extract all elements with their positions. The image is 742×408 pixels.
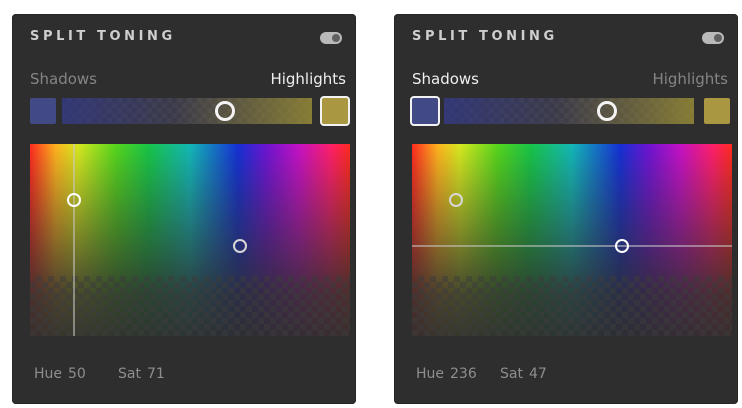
enable-toggle[interactable] — [702, 32, 724, 44]
hue-value: 236 — [450, 366, 477, 382]
highlight-color-handle[interactable] — [449, 192, 464, 207]
balance-slider[interactable] — [62, 98, 312, 124]
shadows-color-swatch[interactable] — [30, 98, 56, 124]
split-toning-panel-shadows: SPLIT TONING Shadows Highlights Hue 236 S… — [394, 14, 738, 404]
hue-label: Hue — [34, 366, 63, 382]
hue-label: Hue — [416, 366, 445, 382]
hue-value: 50 — [68, 366, 86, 382]
hue-saturation-picker[interactable] — [412, 144, 732, 336]
highlight-color-handle[interactable] — [67, 192, 82, 207]
shadows-color-swatch[interactable] — [412, 98, 438, 124]
tab-highlights[interactable]: Highlights — [270, 70, 346, 88]
shadow-color-handle[interactable] — [232, 238, 247, 253]
shadow-color-handle[interactable] — [614, 238, 629, 253]
tab-shadows[interactable]: Shadows — [30, 70, 97, 88]
hue-readout: Hue 236 — [416, 366, 477, 382]
panel-title: SPLIT TONING — [30, 29, 176, 44]
toggle-knob — [332, 34, 340, 42]
sat-value: 47 — [528, 366, 547, 382]
highlights-color-swatch[interactable] — [322, 98, 348, 124]
balance-slider-knob[interactable] — [596, 101, 617, 121]
highlights-color-swatch[interactable] — [704, 98, 730, 124]
sat-readout: Sat 47 — [500, 366, 547, 382]
hue-guide-line — [73, 144, 76, 336]
sat-value: 71 — [146, 366, 165, 382]
panel-title: SPLIT TONING — [412, 29, 558, 44]
hue-readout: Hue 50 — [34, 366, 86, 382]
enable-toggle[interactable] — [320, 32, 342, 44]
toggle-knob — [714, 34, 722, 42]
sat-label: Sat — [500, 366, 523, 382]
balance-slider-knob[interactable] — [214, 101, 235, 121]
tab-shadows[interactable]: Shadows — [412, 70, 479, 88]
sat-label: Sat — [118, 366, 141, 382]
split-toning-panel-highlights: SPLIT TONING Shadows Highlights Hue 50 Sa… — [12, 14, 356, 404]
balance-slider[interactable] — [444, 98, 694, 124]
saturation-guide-line — [412, 244, 732, 247]
hue-saturation-picker[interactable] — [30, 144, 350, 336]
sat-readout: Sat 71 — [118, 366, 165, 382]
tab-highlights[interactable]: Highlights — [652, 70, 728, 88]
